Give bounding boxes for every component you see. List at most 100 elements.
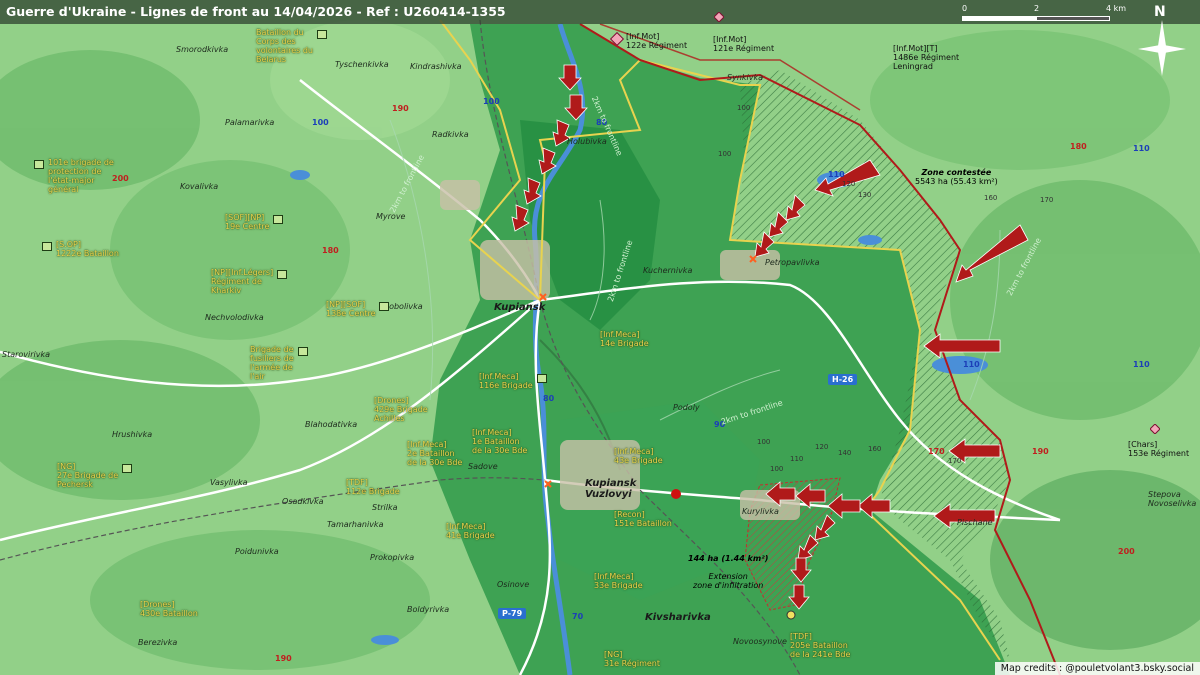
scale-segment <box>962 16 1036 21</box>
road-number: 180 <box>1070 142 1087 151</box>
ua-unit[interactable]: [Inf.Meca] 33e Brigade <box>594 572 643 590</box>
ua-unit-label: [Inf.Meca] 43e Brigade <box>614 447 663 465</box>
altitude-label: 120 <box>842 180 856 188</box>
place-label: Kurylivka <box>742 507 779 516</box>
place-label: Stepova Novoselivka <box>1148 490 1197 508</box>
unit-symbol-icon <box>273 215 284 224</box>
infiltration-zone-label: 144 ha (1.44 km²) Extension zone d'infil… <box>688 545 768 599</box>
unit-symbol-icon <box>297 347 308 356</box>
place-label: Novoosynove <box>733 637 787 646</box>
ua-unit[interactable]: [TDF] 112e Brigade <box>346 478 400 496</box>
ua-unit-label: [Inf.Meca] 33e Brigade <box>594 572 643 590</box>
ua-unit[interactable]: [Inf.Meca] 2e Bataillon de la 30e Bde <box>407 440 462 467</box>
position-marker <box>786 610 796 620</box>
place-label: Holubivka <box>567 137 607 146</box>
altitude-label: 160 <box>868 445 882 453</box>
place-label: Nechvolodivka <box>205 313 264 322</box>
unit-symbol-icon <box>34 160 44 169</box>
ua-unit[interactable]: [NP][Inf.Légers] Régiment de Kharkiv <box>211 268 288 295</box>
place-label: Strilka <box>372 503 398 512</box>
ua-unit[interactable]: [Inf.Meca] 14e Brigade <box>600 330 649 348</box>
unit-symbol-icon <box>379 302 390 311</box>
zone-title: 144 ha (1.44 km²) <box>688 554 769 563</box>
altitude-label: 100 <box>757 438 771 446</box>
town-label: Kupiansk <box>494 302 546 313</box>
road-number: 100 <box>483 97 500 106</box>
place-label: Tyschenkivka <box>335 60 389 69</box>
ua-unit-label: [Inf.Meca] 1e Bataillon de la 30e Bde <box>472 428 528 455</box>
place-label: Poidunivka <box>235 547 279 556</box>
ua-unit[interactable]: [Inf.Meca] 116e Brigade <box>479 372 547 390</box>
ua-unit-label: 101e brigade de protection de l'état-maj… <box>48 158 114 194</box>
altitude-label: 170 <box>948 457 962 465</box>
ua-unit[interactable]: [S.OP] 1222e Bataillon <box>42 240 119 258</box>
ua-unit[interactable]: [TDF] 205e Bataillon de la 241e Bde <box>790 632 850 659</box>
ru-unit[interactable]: [Inf.Mot] 122e Régiment <box>609 31 688 50</box>
ua-unit-label: [Inf.Meca] 2e Bataillon de la 30e Bde <box>407 440 463 467</box>
ua-unit-label: [SOF][NP] 19e Centre <box>225 213 270 231</box>
unit-symbol-icon <box>536 374 547 383</box>
unit-symbol-icon <box>609 31 625 47</box>
ua-unit[interactable]: [Drones] 430e Bataillon <box>140 600 198 618</box>
road-badge: H-26 <box>828 374 858 385</box>
ru-unit[interactable]: [Chars] 153e Régiment <box>1128 440 1189 458</box>
ua-unit[interactable]: [NG] 27e Brigade de Pechersk <box>57 462 133 489</box>
ua-unit[interactable]: 101e brigade de protection de l'état-maj… <box>34 158 114 194</box>
map[interactable]: Guerre d'Ukraine - Lignes de front au 14… <box>0 0 1200 675</box>
road-number: 200 <box>112 174 129 183</box>
lake <box>858 235 882 245</box>
ru-unit-marker-icon <box>714 12 724 22</box>
ru-unit[interactable]: [Inf.Mot][T] 1486e Régiment Leningrad <box>893 44 959 71</box>
ua-unit[interactable]: [Inf.Meca] 1e Bataillon de la 30e Bde <box>472 428 527 455</box>
place-label: Tamarhanivka <box>327 520 384 529</box>
road-number: 100 <box>312 118 329 127</box>
ru-unit-label: [Inf.Mot] 122e Régiment <box>626 32 688 50</box>
place-label: Kovalivka <box>180 182 219 191</box>
ua-unit[interactable]: [Inf.Meca] 43e Brigade <box>614 447 663 465</box>
zone-detail: Extension zone d'infiltration <box>693 572 764 590</box>
ua-unit[interactable]: Brigade de fusiliers de l'armée de l'air <box>250 345 308 381</box>
contested-zone-label: Zone contestée 5543 ha (55.43 km²) <box>915 168 998 186</box>
lake <box>290 170 310 180</box>
place-label: Prokopivka <box>370 553 415 562</box>
ua-unit-label: [NP][SOF] 138e Centre <box>326 300 376 318</box>
road-number: 70 <box>572 612 584 621</box>
ua-unit-label: [Drones] 430e Bataillon <box>140 600 198 618</box>
ua-unit[interactable]: [NP][SOF] 138e Centre <box>326 300 390 318</box>
place-label: Osadkivka <box>282 497 324 506</box>
map-title: Guerre d'Ukraine - Lignes de front au 14… <box>6 4 506 19</box>
scale-label: 4 km <box>1106 4 1127 13</box>
ua-unit[interactable]: [Inf.Meca] 41e Brigade <box>446 522 495 540</box>
unit-symbol-icon <box>277 270 288 279</box>
ua-unit-label: [Inf.Meca] 14e Brigade <box>600 330 649 348</box>
ua-unit[interactable]: [SOF][NP] 19e Centre <box>225 213 284 231</box>
place-label: Osinove <box>497 580 530 589</box>
road-number: 180 <box>322 246 339 255</box>
place-label: Berezivka <box>138 638 178 647</box>
ua-unit[interactable]: Bataillon du Corps des volontaires du Be… <box>256 28 327 64</box>
road-number: 110 <box>1133 144 1150 153</box>
ua-unit[interactable]: [Drones] 429e Brigade Achilles <box>374 396 428 423</box>
ru-unit-label: [Chars] 153e Régiment <box>1128 440 1190 458</box>
objective-marker <box>671 489 681 499</box>
road-number: 80 <box>543 394 555 403</box>
road-number: 170 <box>928 447 945 456</box>
scale-segment <box>1036 16 1110 21</box>
ru-unit[interactable]: [Inf.Mot] 121e Régiment <box>713 35 774 53</box>
place-label: Petropavlivka <box>765 258 820 267</box>
place-label: Palamarivka <box>225 118 275 127</box>
ua-unit-label: Bataillon du Corps des volontaires du Be… <box>256 28 313 64</box>
ua-unit-label: [NP][Inf.Légers] Régiment de Kharkiv <box>211 268 274 295</box>
ua-unit[interactable]: [NG] 31e Régiment <box>604 650 660 668</box>
road-badge: P-79 <box>498 608 527 619</box>
ru-unit-label: [Inf.Mot][T] 1486e Régiment Leningrad <box>893 44 960 71</box>
altitude-label: 100 <box>737 104 751 112</box>
road-number: 110 <box>828 170 845 179</box>
ua-unit-label: [S.OP] 1222e Bataillon <box>56 240 119 258</box>
place-label: Blahodativka <box>305 420 358 429</box>
ua-unit[interactable]: [Recon] 151e Bataillon <box>614 510 672 528</box>
ua-unit-label: Brigade de fusiliers de l'armée de l'air <box>250 345 294 381</box>
town-label: Kivsharivka <box>645 612 711 623</box>
altitude-label: 140 <box>838 449 852 457</box>
ua-unit-label: [Recon] 151e Bataillon <box>614 510 672 528</box>
